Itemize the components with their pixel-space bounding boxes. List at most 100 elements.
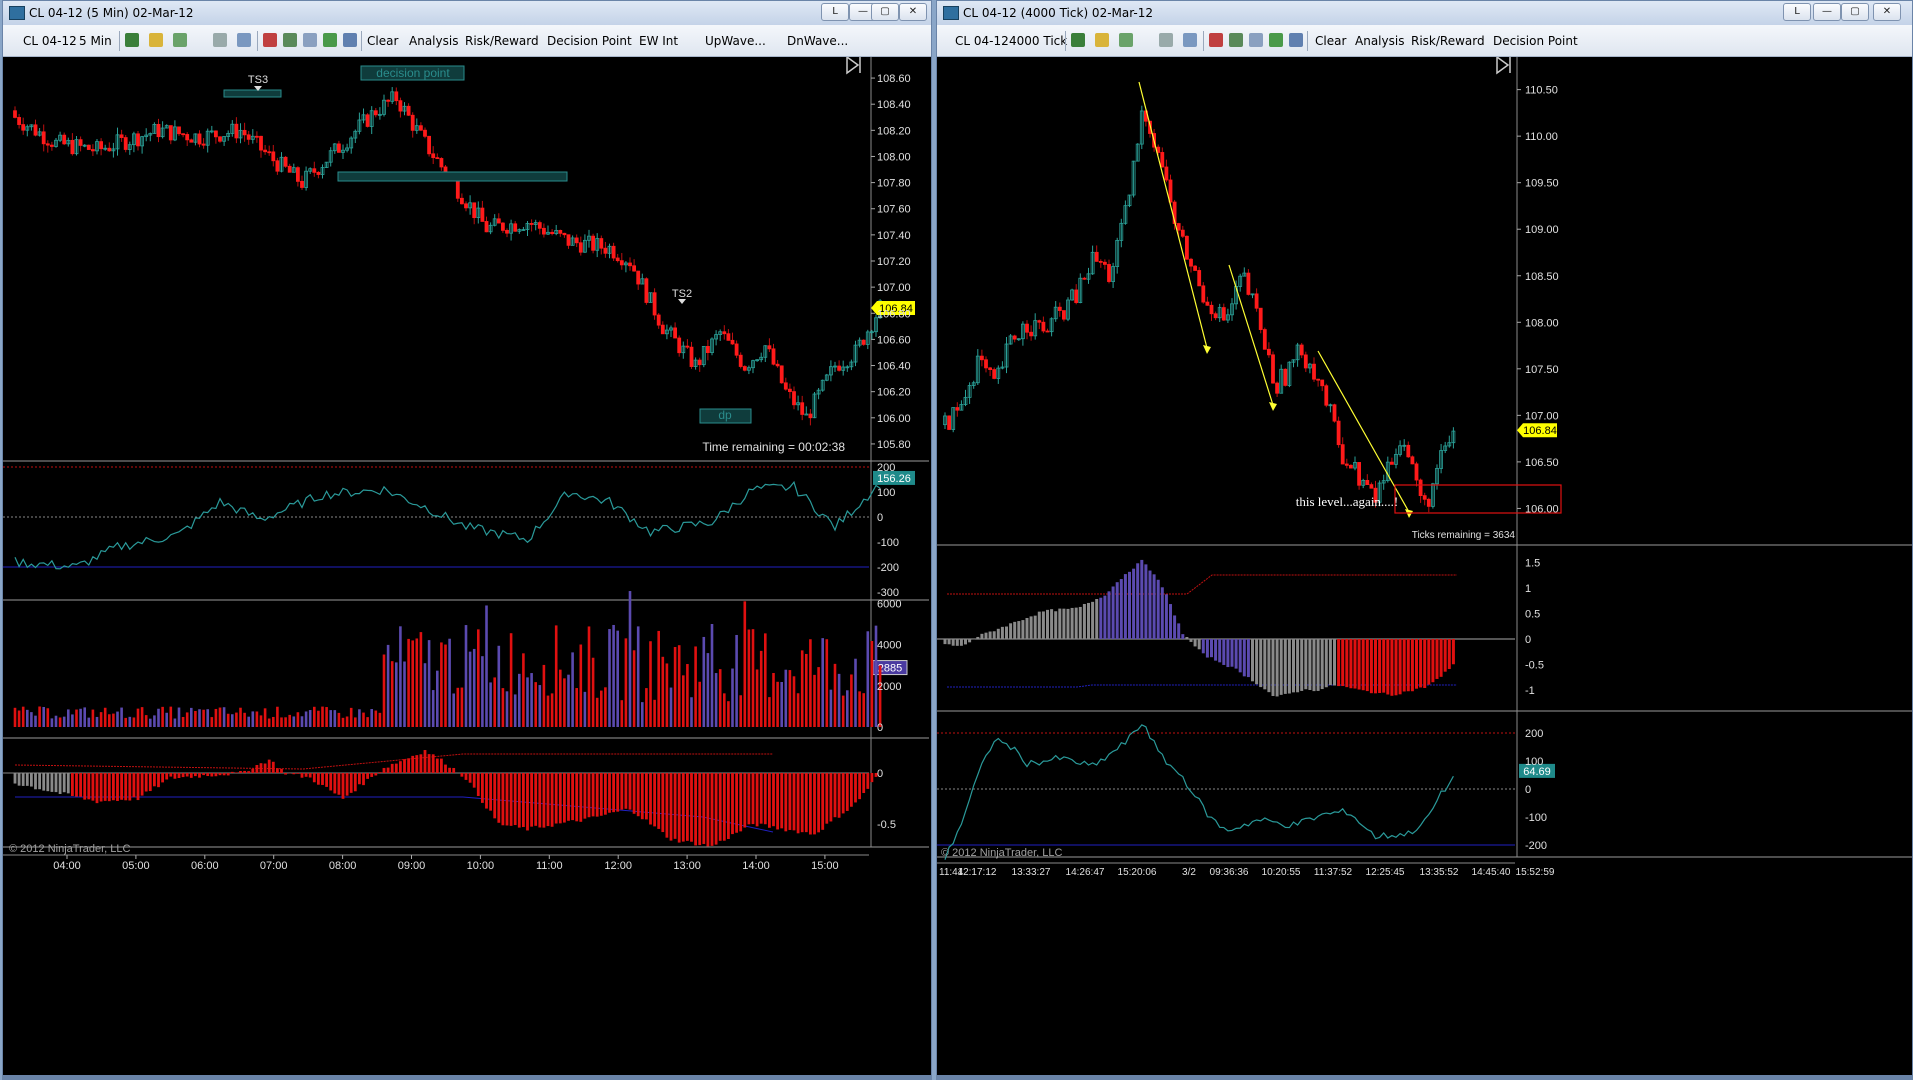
order-icon[interactable] (1209, 33, 1223, 47)
horizontal-scrollbar[interactable] (937, 1075, 1912, 1079)
volume-bar (83, 707, 86, 727)
volume-bar (620, 700, 624, 727)
pointer-icon[interactable] (213, 33, 227, 47)
close-button[interactable]: ✕ (1873, 3, 1901, 21)
analysis-button[interactable]: Analysis (409, 34, 458, 48)
oscillator-bar (542, 773, 546, 828)
instrument-selector[interactable]: CL 04-12 (23, 34, 77, 48)
zoom-icon[interactable] (237, 33, 251, 47)
oscillator-bar (1058, 608, 1062, 639)
cci-axis-label: -200 (1525, 840, 1547, 852)
candle-body (418, 125, 423, 131)
bar-type-icon[interactable] (1071, 33, 1085, 47)
volume-bar (399, 626, 402, 727)
clear-button[interactable]: Clear (367, 34, 398, 48)
price-axis-label: 107.20 (877, 256, 911, 268)
properties-icon[interactable] (343, 33, 357, 47)
clear-button[interactable]: Clear (1315, 34, 1346, 48)
volume-bar (513, 694, 517, 727)
dollar-icon[interactable] (1269, 33, 1283, 47)
oscillator-bar (345, 773, 349, 796)
volume-bar (390, 661, 394, 727)
volume-bar (714, 673, 718, 727)
order-icon[interactable] (263, 33, 277, 47)
price-axis-label: 106.40 (877, 361, 911, 373)
last-price-value: 106.84 (1523, 425, 1557, 437)
left-chart-area[interactable]: 106.84 156.26 2885 TS3 TS2 decision point … (3, 57, 931, 1079)
indicators-icon[interactable] (283, 33, 297, 47)
oscillator-bar (591, 773, 595, 817)
oscillator-bar (1025, 617, 1029, 639)
drawing-tools-icon[interactable] (173, 33, 187, 47)
zoom-icon[interactable] (1183, 33, 1197, 47)
candle-body (283, 156, 288, 167)
oscillator-bar (780, 773, 784, 829)
volume-bar (755, 669, 759, 727)
volume-bar (567, 674, 570, 727)
oscillator-bar (1345, 639, 1349, 688)
oscillator-bar (79, 773, 82, 797)
oscillator-bar (1078, 606, 1082, 639)
pointer-icon[interactable] (1159, 33, 1173, 47)
time-axis-label: 3/2 (1182, 867, 1196, 878)
pencil-icon[interactable] (149, 33, 163, 47)
volume-bar (636, 626, 640, 727)
left-title-bar[interactable]: CL 04-12 (5 Min) 02-Mar-12 L — ▢ ✕ (3, 1, 931, 26)
link-button[interactable]: L (1783, 3, 1811, 21)
analysis-button[interactable]: Analysis (1355, 34, 1404, 48)
oscillator-bar (370, 773, 374, 777)
upwave-button[interactable]: UpWave... (705, 34, 766, 48)
oscillator-bar (1357, 639, 1361, 690)
horizontal-scrollbar[interactable] (3, 1075, 931, 1079)
dnwave-button[interactable]: DnWave... (787, 34, 848, 48)
interval-selector[interactable]: 5 Min (79, 34, 112, 48)
oscillator-bar (161, 773, 164, 783)
volume-axis-label: 6000 (877, 598, 901, 610)
minimize-button[interactable]: — (1813, 3, 1841, 21)
right-chart-area[interactable]: 106.84 64.69 this level...again....! Tick… (937, 57, 1912, 1079)
candle-body (394, 91, 399, 102)
ew-int-button[interactable]: EW Int (639, 34, 678, 48)
time-axis-label: 14:26:47 (1066, 867, 1105, 878)
pencil-icon[interactable] (1095, 33, 1109, 47)
strategies-icon[interactable] (1249, 33, 1263, 47)
strategies-icon[interactable] (303, 33, 317, 47)
right-title-bar[interactable]: CL 04-12 (4000 Tick) 02-Mar-12 L — ▢ ✕ (937, 1, 1912, 26)
left-chart-canvas[interactable]: 106.84156.262885 TS3 TS2 decision point … (3, 57, 931, 1077)
oscillator-bar (616, 773, 620, 812)
volume-bar (259, 715, 263, 727)
candle-body (373, 110, 378, 116)
maximize-button[interactable]: ▢ (871, 3, 899, 21)
time-axis-label: 08:00 (329, 860, 357, 872)
volume-bar (850, 674, 853, 727)
candle-body (706, 346, 710, 353)
volume-bar (62, 716, 66, 727)
dollar-icon[interactable] (323, 33, 337, 47)
oscillator-bar (1197, 639, 1201, 650)
close-button[interactable]: ✕ (899, 3, 927, 21)
oscillator-bar (91, 773, 95, 801)
volume-bar (71, 714, 74, 727)
risk-reward-button[interactable]: Risk/Reward (465, 34, 539, 48)
candle-body (673, 327, 677, 339)
oscillator-bar (1374, 639, 1377, 694)
oscillator-bar (1349, 639, 1353, 689)
instrument-selector[interactable]: CL 04-12 (955, 34, 1009, 48)
right-chart-canvas[interactable]: 106.8464.69 this level...again....! Tick… (937, 57, 1912, 1077)
risk-reward-button[interactable]: Risk/Reward (1411, 34, 1485, 48)
link-button[interactable]: L (821, 3, 849, 21)
decision-point-button[interactable]: Decision Point (1493, 34, 1578, 48)
interval-selector[interactable]: 4000 Tick (1009, 34, 1067, 48)
indicators-icon[interactable] (1229, 33, 1243, 47)
volume-bar (26, 709, 29, 727)
decision-point-button[interactable]: Decision Point (547, 34, 632, 48)
oscillator-bar (497, 773, 501, 823)
candle-body (628, 262, 632, 267)
volume-bar (243, 712, 246, 727)
oscillator-bar (841, 773, 845, 814)
bar-type-icon[interactable] (125, 33, 139, 47)
properties-icon[interactable] (1289, 33, 1303, 47)
drawing-tools-icon[interactable] (1119, 33, 1133, 47)
maximize-button[interactable]: ▢ (1841, 3, 1869, 21)
oscillator-bar (862, 773, 866, 794)
